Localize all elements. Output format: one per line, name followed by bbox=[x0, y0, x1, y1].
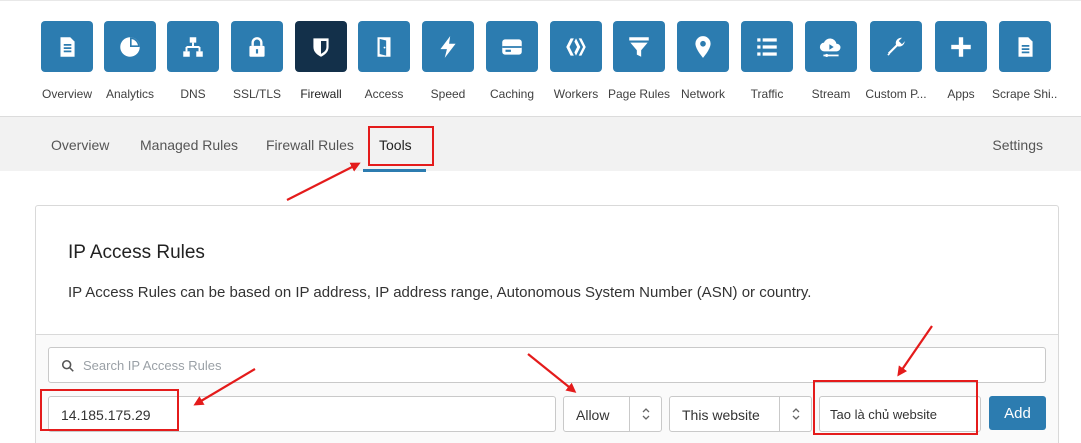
annotation-box-note bbox=[813, 380, 978, 435]
nav-label: DNS bbox=[180, 87, 206, 101]
nav-label: SSL/TLS bbox=[232, 87, 282, 101]
nav-label: Access bbox=[364, 87, 404, 101]
document-icon bbox=[41, 21, 93, 72]
nav-item-traffic[interactable]: Traffic bbox=[734, 21, 800, 101]
list-icon bbox=[741, 21, 793, 72]
sub-nav: Overview Managed Rules Firewall Rules To… bbox=[0, 116, 1081, 172]
updown-arrows-icon bbox=[629, 397, 661, 431]
page-icon bbox=[999, 21, 1051, 72]
nav-item-dns[interactable]: DNS bbox=[160, 21, 226, 101]
card-description: IP Access Rules can be based on IP addre… bbox=[68, 284, 812, 301]
card-title: IP Access Rules bbox=[68, 242, 205, 263]
search-input[interactable] bbox=[83, 354, 1023, 376]
cloudflare-dashboard: Overview Analytics DNS SSL/TLS Firewall bbox=[0, 0, 1081, 443]
tab-firewall-rules[interactable]: Firewall Rules bbox=[266, 137, 354, 153]
nav-label: Speed bbox=[430, 87, 466, 101]
settings-link[interactable]: Settings bbox=[992, 137, 1043, 153]
nav-label: Overview bbox=[41, 87, 92, 101]
top-nav: Overview Analytics DNS SSL/TLS Firewall bbox=[0, 0, 1081, 116]
nav-label: Stream bbox=[811, 87, 851, 101]
action-select-value: Allow bbox=[576, 407, 610, 423]
nav-item-speed[interactable]: Speed bbox=[415, 21, 481, 101]
nav-item-firewall[interactable]: Firewall bbox=[288, 21, 354, 101]
active-tab-indicator bbox=[363, 169, 426, 172]
nav-item-scrape-shield[interactable]: Scrape Shi... bbox=[992, 21, 1058, 101]
nav-label: Custom P... bbox=[865, 87, 927, 101]
shield-icon bbox=[295, 21, 347, 72]
nav-label: Firewall bbox=[300, 87, 342, 101]
nav-item-apps[interactable]: Apps bbox=[928, 21, 994, 101]
nav-item-ssl[interactable]: SSL/TLS bbox=[224, 21, 290, 101]
add-button[interactable]: Add bbox=[989, 396, 1046, 430]
lightning-icon bbox=[422, 21, 474, 72]
nav-item-caching[interactable]: Caching bbox=[479, 21, 545, 101]
nav-label: Page Rules bbox=[607, 87, 671, 101]
nav-item-stream[interactable]: Stream bbox=[798, 21, 864, 101]
workers-icon bbox=[550, 21, 602, 72]
filter-icon bbox=[613, 21, 665, 72]
search-icon bbox=[61, 359, 74, 372]
nav-label: Scrape Shi... bbox=[992, 87, 1058, 101]
nav-item-access[interactable]: Access bbox=[351, 21, 417, 101]
nav-label: Network bbox=[680, 87, 725, 101]
nav-label: Workers bbox=[553, 87, 599, 101]
scope-select-value: This website bbox=[682, 407, 760, 423]
nav-label: Analytics bbox=[105, 87, 155, 101]
updown-arrows-icon bbox=[779, 397, 811, 431]
scope-select[interactable]: This website bbox=[669, 396, 812, 432]
annotation-box-ip bbox=[40, 389, 179, 431]
nav-item-analytics[interactable]: Analytics bbox=[97, 21, 163, 101]
search-box[interactable] bbox=[48, 347, 1046, 383]
nav-label: Traffic bbox=[750, 87, 784, 101]
tab-managed-rules[interactable]: Managed Rules bbox=[140, 137, 238, 153]
plus-icon bbox=[935, 21, 987, 72]
door-icon bbox=[358, 21, 410, 72]
nav-label: Apps bbox=[947, 87, 975, 101]
network-tree-icon bbox=[167, 21, 219, 72]
lock-icon bbox=[231, 21, 283, 72]
annotation-box-tools bbox=[368, 126, 434, 166]
nav-item-network[interactable]: Network bbox=[670, 21, 736, 101]
nav-item-overview[interactable]: Overview bbox=[34, 21, 100, 101]
nav-label: Caching bbox=[489, 87, 535, 101]
nav-item-page-rules[interactable]: Page Rules bbox=[606, 21, 672, 101]
pie-chart-icon bbox=[104, 21, 156, 72]
wrench-icon bbox=[870, 21, 922, 72]
location-pin-icon bbox=[677, 21, 729, 72]
cloud-play-icon bbox=[805, 21, 857, 72]
action-select[interactable]: Allow bbox=[563, 396, 662, 432]
tab-overview[interactable]: Overview bbox=[51, 137, 109, 153]
server-icon bbox=[486, 21, 538, 72]
nav-item-workers[interactable]: Workers bbox=[543, 21, 609, 101]
nav-item-custom-pages[interactable]: Custom P... bbox=[863, 21, 929, 101]
